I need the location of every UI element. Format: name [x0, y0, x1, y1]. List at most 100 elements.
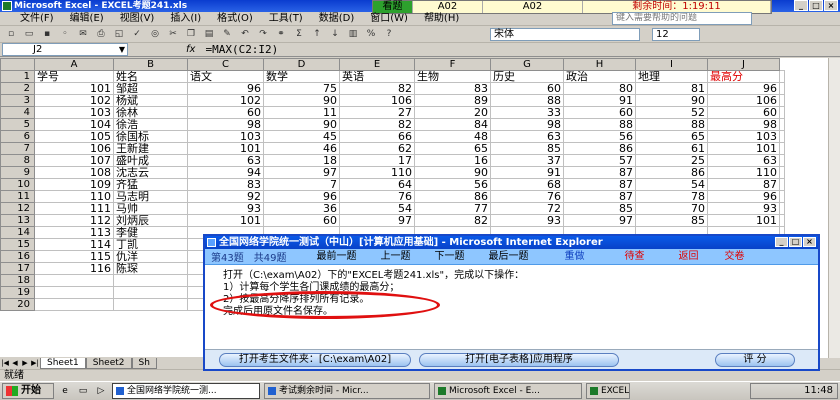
pending-button[interactable]: 待查 — [616, 250, 652, 264]
save-icon[interactable]: ▪ — [40, 28, 54, 41]
column-header-i[interactable]: I — [635, 58, 708, 71]
table-cell[interactable]: 91 — [563, 94, 636, 107]
taskbar-item-timer[interactable]: 考试剩余时间 - Micr... — [264, 383, 430, 399]
tab-sheet1[interactable]: Sheet1 — [40, 357, 86, 369]
table-cell[interactable]: 96 — [187, 82, 264, 95]
column-header-b[interactable]: B — [113, 58, 188, 71]
column-header-g[interactable]: G — [490, 58, 564, 71]
row-header[interactable]: 8 — [0, 154, 35, 167]
table-cell[interactable]: 60 — [263, 214, 340, 227]
row-header[interactable]: 19 — [0, 286, 35, 299]
close-icon[interactable]: × — [803, 237, 816, 247]
table-cell[interactable]: 60 — [187, 106, 264, 119]
redo-button[interactable]: 重做 — [556, 250, 592, 264]
table-cell[interactable]: 85 — [490, 142, 564, 155]
table-cell[interactable]: 97 — [339, 214, 415, 227]
menu-insert[interactable]: 插入(I) — [162, 12, 209, 26]
formula-input[interactable]: =MAX(C2:I2) — [205, 43, 278, 56]
table-cell[interactable]: 82 — [414, 214, 491, 227]
table-cell[interactable]: 66 — [339, 130, 415, 143]
table-cell[interactable]: 81 — [635, 82, 708, 95]
table-cell[interactable]: 85 — [563, 202, 636, 215]
table-cell[interactable]: 邹超 — [113, 82, 188, 95]
new-file-icon[interactable]: ▫ — [4, 28, 18, 41]
table-cell[interactable]: 107 — [34, 154, 114, 167]
minimize-icon[interactable]: _ — [794, 0, 808, 11]
table-cell[interactable]: 65 — [414, 142, 491, 155]
table-cell[interactable]: 52 — [635, 106, 708, 119]
table-cell[interactable]: 85 — [635, 214, 708, 227]
table-cell[interactable] — [34, 286, 114, 299]
table-cell[interactable]: 76 — [339, 190, 415, 203]
maximize-icon[interactable]: □ — [789, 237, 802, 247]
table-cell[interactable]: 108 — [34, 166, 114, 179]
column-header-j[interactable]: J — [707, 58, 780, 71]
table-cell[interactable]: 18 — [263, 154, 340, 167]
research-icon[interactable]: ◎ — [148, 28, 162, 41]
table-cell[interactable]: 77 — [414, 202, 491, 215]
menu-format[interactable]: 格式(O) — [209, 12, 261, 26]
table-cell[interactable]: 63 — [707, 154, 780, 167]
menu-edit[interactable]: 编辑(E) — [62, 12, 112, 26]
ie-quicklaunch-icon[interactable]: e — [58, 385, 72, 397]
table-cell[interactable]: 61 — [635, 142, 708, 155]
table-cell[interactable]: 65 — [635, 130, 708, 143]
help-search-input[interactable]: 键入需要帮助的问题 — [612, 12, 752, 25]
table-cell[interactable]: 63 — [490, 130, 564, 143]
fx-icon[interactable]: fx — [186, 44, 195, 55]
open-app-button[interactable]: 打开[电子表格]应用程序 — [419, 353, 619, 367]
table-cell[interactable]: 75 — [263, 82, 340, 95]
table-cell[interactable]: 杨斌 — [113, 94, 188, 107]
table-cell[interactable]: 徐国标 — [113, 130, 188, 143]
row-header[interactable]: 6 — [0, 130, 35, 143]
table-cell[interactable]: 93 — [490, 214, 564, 227]
sort-ascending-icon[interactable]: ↑ — [310, 28, 324, 41]
table-cell[interactable]: 103 — [34, 106, 114, 119]
table-cell[interactable]: 60 — [563, 106, 636, 119]
table-cell[interactable]: 马帅 — [113, 202, 188, 215]
table-cell[interactable]: 徐林 — [113, 106, 188, 119]
redo-icon[interactable]: ↷ — [256, 28, 270, 41]
font-size-select[interactable]: 12 — [652, 28, 700, 41]
help-icon[interactable]: ? — [382, 28, 396, 41]
table-cell[interactable]: 93 — [187, 202, 264, 215]
table-cell[interactable]: 54 — [635, 178, 708, 191]
table-cell[interactable]: 96 — [707, 82, 780, 95]
last-question-button[interactable]: 最后一题 — [480, 250, 536, 264]
table-cell[interactable]: 90 — [414, 166, 491, 179]
table-cell[interactable]: 11 — [263, 106, 340, 119]
table-cell[interactable]: 丁凯 — [113, 238, 188, 251]
column-header-c[interactable]: C — [187, 58, 264, 71]
table-cell[interactable]: 87 — [563, 178, 636, 191]
table-cell[interactable]: 25 — [635, 154, 708, 167]
row-header[interactable]: 10 — [0, 178, 35, 191]
table-cell[interactable]: 64 — [339, 178, 415, 191]
table-cell[interactable]: 盛叶成 — [113, 154, 188, 167]
prev-sheet-icon[interactable]: ◀ — [10, 359, 20, 367]
first-sheet-icon[interactable]: |◀ — [0, 359, 10, 367]
table-cell[interactable] — [113, 286, 188, 299]
row-header[interactable]: 20 — [0, 298, 35, 311]
table-cell[interactable]: 沈志云 — [113, 166, 188, 179]
column-header-a[interactable]: A — [34, 58, 114, 71]
chart-wizard-icon[interactable]: ▥ — [346, 28, 360, 41]
table-cell[interactable]: 93 — [707, 202, 780, 215]
taskbar-item-exam[interactable]: 全国网络学院统一测... — [112, 383, 260, 399]
table-cell[interactable]: 7 — [263, 178, 340, 191]
copy-icon[interactable]: ❐ — [184, 28, 198, 41]
header-cell[interactable]: 英语 — [339, 70, 415, 83]
table-cell[interactable]: 56 — [563, 130, 636, 143]
first-question-button[interactable]: 最前一题 — [308, 250, 364, 264]
table-cell[interactable]: 97 — [263, 166, 340, 179]
row-header[interactable]: 15 — [0, 238, 35, 251]
column-header-e[interactable]: E — [339, 58, 415, 71]
header-cell[interactable]: 政治 — [563, 70, 636, 83]
table-cell[interactable]: 45 — [263, 130, 340, 143]
row-header[interactable]: 18 — [0, 274, 35, 287]
table-cell[interactable] — [113, 298, 188, 311]
table-cell[interactable]: 103 — [707, 130, 780, 143]
table-cell[interactable]: 87 — [563, 166, 636, 179]
row-header[interactable]: 4 — [0, 106, 35, 119]
font-name-select[interactable]: 宋体 — [490, 28, 640, 41]
table-cell[interactable]: 84 — [414, 118, 491, 131]
